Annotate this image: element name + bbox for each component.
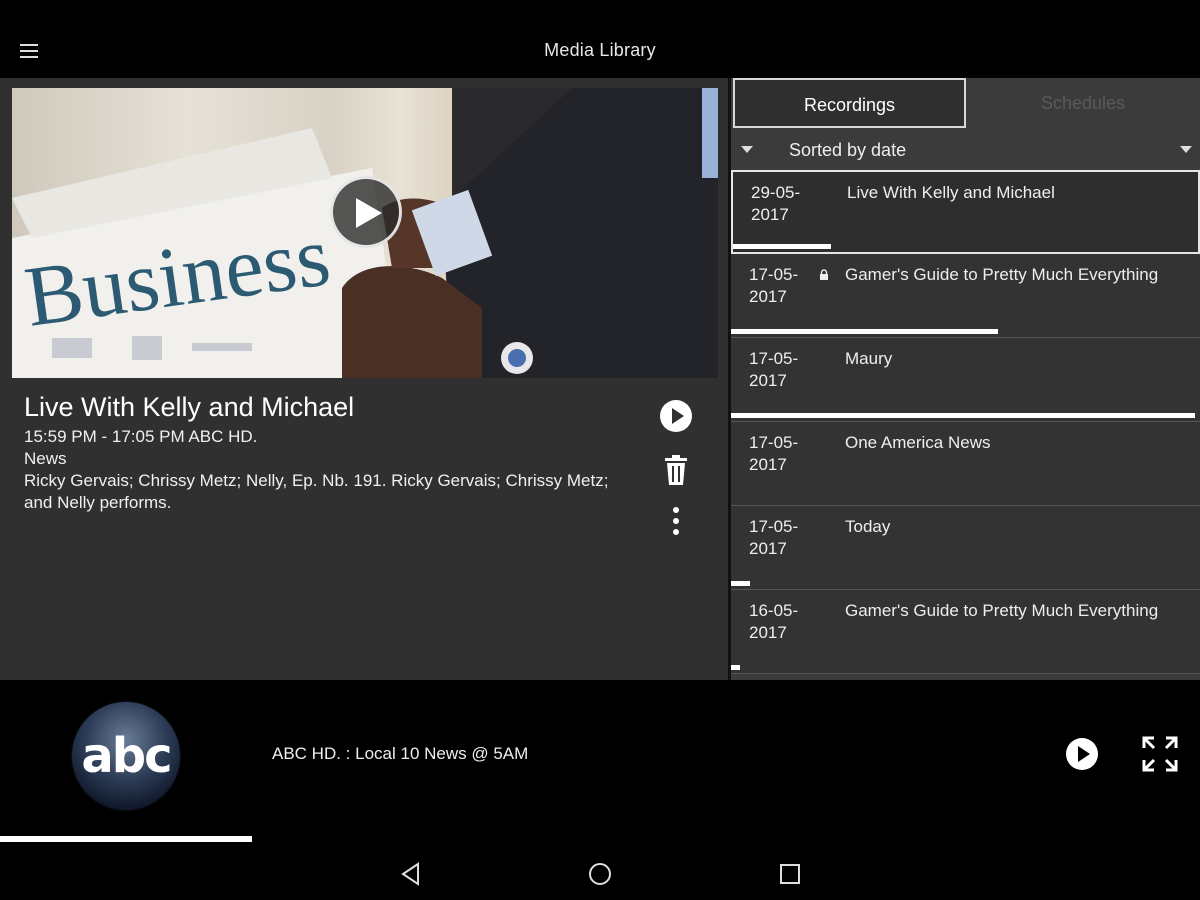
delete-recording-button[interactable] [658,452,694,488]
recording-date-line: 2017 [751,205,789,224]
recording-date: 17-05- 2017 [749,264,819,308]
system-nav-bar [0,848,1200,900]
mini-player: abc ABC HD. : Local 10 News @ 5AM [0,680,1200,848]
recording-date: 17-05- 2017 [749,516,819,560]
tab-recordings[interactable]: Recordings [733,78,966,128]
recording-item[interactable]: 17-05- 2017 Gamer's Guide to Pretty Much E… [731,254,1200,338]
trash-icon [665,455,687,485]
recording-title: Today [845,517,891,536]
recording-progress-bar [731,329,998,334]
recording-date-line: 16-05- [749,601,799,620]
recording-date-line: 29-05- [751,183,801,202]
hero-play-button[interactable] [330,176,402,248]
page-title: Media Library [544,40,656,60]
recording-item[interactable]: 16-05- 2017 Gamer's Guide to Pretty Much E… [731,590,1200,674]
play-circle-icon [660,400,692,432]
recording-title: Gamer's Guide to Pretty Much Everything [845,265,1159,284]
app-bar: Media Library [0,0,1200,78]
recording-date-line: 17-05- [749,265,799,284]
more-options-button[interactable] [658,504,694,540]
recording-date: 17-05- 2017 [749,348,819,392]
recording-item[interactable]: 17-05- 2017 One America News [731,422,1200,506]
home-icon [589,863,611,885]
recording-progress-bar [733,244,831,249]
recording-date: 16-05- 2017 [749,600,819,644]
recents-button[interactable] [777,861,803,887]
recording-item[interactable]: 29-05- 2017 Live With Kelly and Michael [731,170,1200,254]
play-recording-button[interactable] [658,398,694,434]
recording-item[interactable]: 17-05- 2017 Maury [731,338,1200,422]
now-playing-text: ABC HD. : Local 10 News @ 5AM [272,744,529,763]
player-play-button[interactable] [1064,736,1100,772]
recording-title: Live With Kelly and Michael [847,183,1055,202]
recording-progress-bar [731,665,740,670]
recording-date: 29-05- 2017 [751,182,821,226]
fullscreen-button[interactable] [1142,736,1178,772]
recording-progress-bar [731,581,750,586]
chevron-down-icon [741,146,753,153]
channel-logo: abc [72,702,180,810]
program-description: Ricky Gervais; Chrissy Metz; Nelly, Ep. … [24,471,609,512]
back-button[interactable] [398,861,424,887]
program-thumbnail[interactable]: Business [12,88,718,378]
recording-title: Maury [845,349,893,368]
recordings-pane: Recordings Schedules Sorted by date 29-0… [731,78,1200,680]
fullscreen-icon [1142,736,1178,772]
program-time-channel: 15:59 PM - 17:05 PM ABC HD. [24,427,258,446]
recording-date-line: 17-05- [749,433,799,452]
program-genre: News [24,449,67,468]
program-detail-pane: Business Live With Kelly and Michael 15:… [0,78,728,680]
play-circle-icon [1066,738,1098,770]
back-icon [401,862,419,886]
recording-date-line: 2017 [749,287,787,306]
recording-date-line: 17-05- [749,349,799,368]
more-vert-icon [673,507,679,535]
recording-date-line: 2017 [749,455,787,474]
chevron-down-icon [1180,146,1192,153]
recording-date-line: 17-05- [749,517,799,536]
recording-date: 17-05- 2017 [749,432,819,476]
program-meta: 15:59 PM - 17:05 PM ABC HD. News Ricky G… [24,426,624,514]
lock-icon [820,269,828,280]
main-content: Business Live With Kelly and Michael 15:… [0,78,1200,680]
recording-title: Gamer's Guide to Pretty Much Everything [845,601,1159,620]
recording-title: One America News [845,433,991,452]
player-progress-bar [0,836,252,842]
recents-icon [780,864,800,884]
tab-schedules[interactable]: Schedules [966,78,1200,128]
sort-label: Sorted by date [789,140,907,160]
play-icon [356,198,382,228]
home-button[interactable] [587,861,613,887]
sort-dropdown[interactable]: Sorted by date [731,130,1200,170]
recording-item[interactable]: 17-05- 2017 Today [731,506,1200,590]
program-title: Live With Kelly and Michael [24,392,355,422]
recording-date-line: 2017 [749,371,787,390]
recording-date-line: 2017 [749,623,787,642]
recording-progress-bar [731,413,1195,418]
recording-date-line: 2017 [749,539,787,558]
